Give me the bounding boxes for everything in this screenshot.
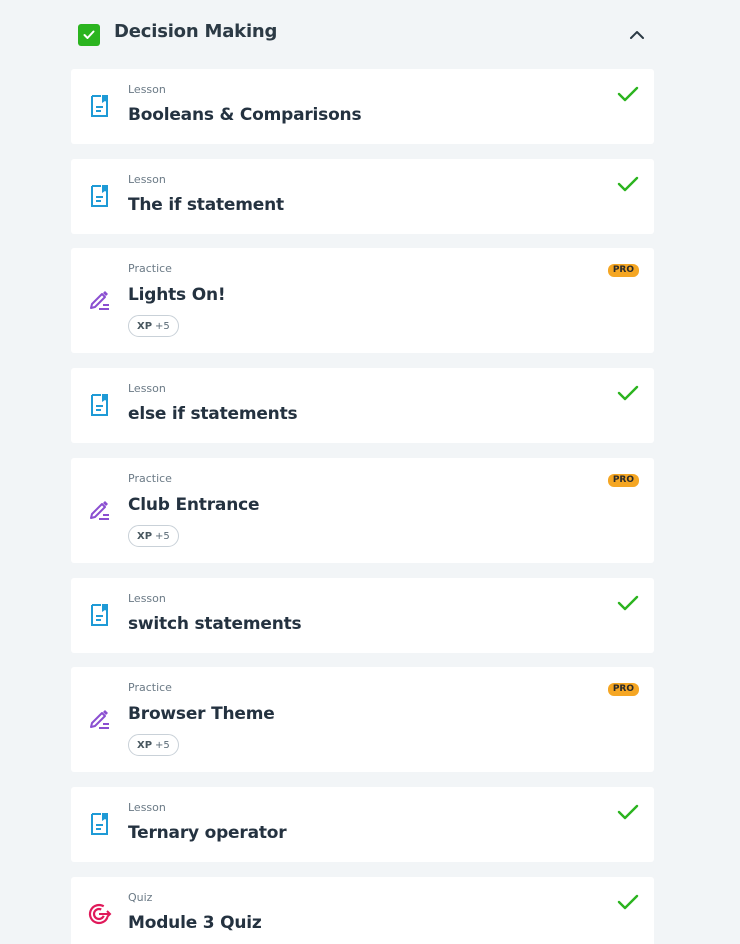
xp-value: +5 — [155, 739, 170, 751]
completed-check-icon — [617, 804, 639, 820]
completed-check-icon — [617, 385, 639, 401]
item-type-label: Lesson — [128, 382, 166, 395]
practice-item[interactable]: Practice Lights On! XP +5 PRO — [71, 248, 654, 353]
practice-pencil-icon — [88, 706, 112, 732]
xp-value: +5 — [155, 320, 170, 332]
item-type-label: Lesson — [128, 592, 166, 605]
lesson-item[interactable]: Lesson switch statements — [71, 578, 654, 653]
item-type-label: Lesson — [128, 801, 166, 814]
lesson-icon — [88, 811, 112, 837]
item-title: The if statement — [128, 195, 284, 215]
lesson-icon — [88, 183, 112, 209]
item-type-label: Practice — [128, 681, 172, 694]
item-type-label: Quiz — [128, 891, 153, 904]
item-title: else if statements — [128, 404, 298, 424]
xp-label: XP — [137, 530, 153, 542]
item-title: Booleans & Comparisons — [128, 105, 362, 125]
lesson-item[interactable]: Lesson The if statement — [71, 159, 654, 234]
item-title: switch statements — [128, 614, 302, 634]
item-title: Browser Theme — [128, 704, 275, 724]
practice-pencil-icon — [88, 497, 112, 523]
xp-chip: XP +5 — [128, 525, 179, 547]
collapse-chevron-up-icon[interactable] — [626, 24, 648, 46]
lesson-icon — [88, 93, 112, 119]
completed-check-icon — [617, 595, 639, 611]
lesson-item[interactable]: Lesson else if statements — [71, 368, 654, 443]
module-complete-check-icon — [78, 24, 100, 46]
practice-pencil-icon — [88, 287, 112, 313]
lesson-item[interactable]: Lesson Ternary operator — [71, 787, 654, 862]
xp-chip: XP +5 — [128, 315, 179, 337]
item-type-label: Lesson — [128, 173, 166, 186]
practice-item[interactable]: Practice Browser Theme XP +5 PRO — [71, 667, 654, 772]
completed-check-icon — [617, 894, 639, 910]
item-type-label: Lesson — [128, 83, 166, 96]
lesson-item[interactable]: Lesson Booleans & Comparisons — [71, 69, 654, 144]
item-type-label: Practice — [128, 472, 172, 485]
xp-chip: XP +5 — [128, 734, 179, 756]
lesson-icon — [88, 392, 112, 418]
item-title: Club Entrance — [128, 495, 260, 515]
item-title: Lights On! — [128, 285, 226, 305]
practice-item[interactable]: Practice Club Entrance XP +5 PRO — [71, 458, 654, 563]
item-title: Module 3 Quiz — [128, 913, 262, 933]
lesson-icon — [88, 602, 112, 628]
xp-label: XP — [137, 320, 153, 332]
quiz-target-icon — [88, 901, 112, 927]
xp-value: +5 — [155, 530, 170, 542]
pro-badge: PRO — [607, 683, 639, 696]
xp-label: XP — [137, 739, 153, 751]
module-header[interactable]: Decision Making — [71, 0, 654, 68]
module-title: Decision Making — [114, 21, 278, 42]
quiz-item[interactable]: Quiz Module 3 Quiz — [71, 877, 654, 944]
item-title: Ternary operator — [128, 823, 287, 843]
pro-badge: PRO — [607, 474, 639, 487]
completed-check-icon — [617, 176, 639, 192]
pro-badge: PRO — [607, 264, 639, 277]
item-type-label: Practice — [128, 262, 172, 275]
completed-check-icon — [617, 86, 639, 102]
